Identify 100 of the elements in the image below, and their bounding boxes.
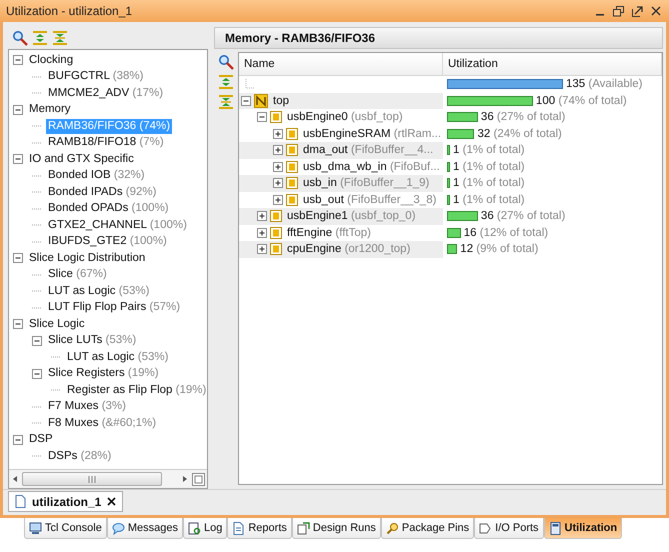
- tree-item[interactable]: LUT as Logic (53%): [46, 284, 152, 299]
- tree-item[interactable]: GTXE2_CHANNEL (100%): [46, 218, 189, 233]
- expand-toggle-icon[interactable]: [257, 211, 267, 222]
- tree-item[interactable]: Bonded IOB (32%): [46, 168, 147, 184]
- tree-item[interactable]: DSPs (28%): [46, 448, 114, 464]
- tree-item[interactable]: Slice LUTs (53%): [46, 333, 138, 348]
- collapse-toggle-icon[interactable]: [32, 336, 42, 346]
- search-icon[interactable]: [218, 54, 234, 70]
- close-icon[interactable]: [651, 6, 661, 16]
- expand-toggle-icon[interactable]: [257, 228, 267, 238]
- collapse-toggle-icon[interactable]: [13, 104, 23, 115]
- utilization-value: 36 (27% of total): [480, 111, 566, 124]
- panel-tab[interactable]: Messages: [106, 518, 183, 539]
- expand-toggle-icon[interactable]: [257, 244, 267, 254]
- tree-item[interactable]: RAMB18/FIFO18 (7%): [46, 135, 166, 150]
- tree-item[interactable]: BUFGCTRL (38%): [46, 69, 146, 84]
- tree-line: [51, 389, 61, 392]
- tree-item[interactable]: Bonded OPADs (100%): [46, 201, 171, 216]
- panel-tab[interactable]: I/O Ports: [474, 518, 544, 539]
- collapse-toggle-icon[interactable]: [241, 96, 251, 106]
- monitor-icon: [29, 522, 42, 534]
- tree-item[interactable]: DSP: [27, 432, 55, 448]
- tree-item[interactable]: Slice (67%): [46, 267, 109, 282]
- float-icon[interactable]: [632, 6, 643, 16]
- name-cell: usbEngine0 (usbf_top): [287, 111, 403, 124]
- search-icon[interactable]: [12, 30, 28, 46]
- name-cell: usb_in (FifoBuffer__1_9): [303, 177, 430, 190]
- tree-item[interactable]: Bonded IPADs (92%): [46, 184, 158, 200]
- speech-bubble-icon: [112, 522, 125, 534]
- calculator-icon: [548, 522, 562, 534]
- tree-item[interactable]: MMCME2_ADV (17%): [46, 86, 166, 101]
- collapse-toggle-icon[interactable]: [13, 253, 23, 264]
- tree-item[interactable]: LUT Flip Flop Pairs (57%): [46, 300, 182, 316]
- expand-all-icon[interactable]: [218, 74, 234, 90]
- tree-item[interactable]: Register as Flip Flop (19%): [65, 382, 207, 398]
- expand-toggle-icon[interactable]: [273, 145, 283, 156]
- column-header[interactable]: Utilization: [443, 53, 662, 75]
- collapse-toggle-icon[interactable]: [32, 368, 42, 379]
- tree-line: [32, 274, 42, 276]
- scroll-left-icon[interactable]: [11, 475, 19, 483]
- tree-item[interactable]: IO and GTX Specific: [27, 152, 136, 167]
- expand-toggle-icon[interactable]: [273, 162, 283, 172]
- panel-title: Memory - RAMB36/FIFO36: [214, 27, 663, 49]
- tree-line: [32, 406, 42, 408]
- expand-toggle-icon[interactable]: [273, 194, 283, 205]
- collapse-toggle-icon[interactable]: [13, 434, 23, 445]
- tree-item[interactable]: Memory: [27, 102, 73, 118]
- tree-item[interactable]: LUT as Logic (53%): [65, 350, 170, 365]
- scroll-right-icon[interactable]: [181, 475, 189, 483]
- hierarchy-icon: [254, 94, 268, 108]
- panel-tab[interactable]: Tcl Console: [24, 518, 107, 539]
- panel-tab[interactable]: Utilization: [544, 518, 622, 539]
- tree-line: [32, 455, 42, 458]
- module-icon: [270, 226, 282, 239]
- tree-line: [32, 208, 42, 210]
- scrollbar-thumb[interactable]: [22, 472, 162, 486]
- tree-item[interactable]: F8 Muxes (&#60;1%): [46, 416, 158, 431]
- name-cell: usbEngineSRAM (rtlRam...: [303, 128, 442, 140]
- name-cell: usbEngine1 (usbf_top_0): [287, 210, 416, 222]
- collapse-toggle-icon[interactable]: [13, 319, 23, 330]
- tree-item[interactable]: IBUFDS_GTE2 (100%): [46, 234, 169, 250]
- panel-tab[interactable]: Design Runs: [292, 518, 381, 539]
- document-tab[interactable]: utilization_1: [8, 491, 124, 512]
- restore-icon[interactable]: [613, 6, 624, 16]
- tree-item[interactable]: Slice Registers (19%): [46, 366, 161, 382]
- column-header[interactable]: Name: [239, 53, 443, 75]
- collapse-all-icon[interactable]: [52, 30, 68, 46]
- name-cell: usb_dma_wb_in (FifoBuf...: [303, 160, 440, 173]
- collapse-toggle-icon[interactable]: [257, 112, 267, 122]
- utilization-value: 12 (9% of total): [460, 243, 538, 256]
- utilization-value: 100 (74% of total): [536, 94, 627, 107]
- name-cell: top: [273, 94, 289, 107]
- panel-tab[interactable]: Log: [183, 518, 228, 539]
- tree-item[interactable]: Slice Logic: [27, 316, 87, 332]
- panel-tab[interactable]: Reports: [227, 518, 292, 539]
- collapse-all-icon[interactable]: [218, 94, 234, 110]
- runs-icon: [296, 522, 310, 534]
- tree-line: [32, 92, 42, 94]
- tree-line: [32, 174, 42, 177]
- expand-all-icon[interactable]: [32, 30, 48, 46]
- document-icon: [232, 522, 246, 534]
- close-icon[interactable]: [107, 497, 116, 506]
- tree-item[interactable]: F7 Muxes (3%): [46, 399, 128, 414]
- module-icon: [286, 177, 298, 190]
- panel-tab[interactable]: Package Pins: [380, 518, 474, 539]
- expand-toggle-icon[interactable]: [273, 128, 283, 139]
- tree-item[interactable]: Clocking: [27, 52, 76, 68]
- window-title: Utilization - utilization_1: [6, 4, 132, 18]
- utilization-value: 1 (1% of total): [453, 160, 525, 173]
- name-cell: fftEngine (fftTop): [287, 226, 371, 239]
- expand-toggle-icon[interactable]: [273, 178, 283, 188]
- module-icon: [270, 243, 282, 256]
- collapse-toggle-icon[interactable]: [13, 55, 23, 66]
- utilization-value: 32 (24% of total): [477, 128, 562, 140]
- module-icon: [286, 128, 298, 140]
- collapse-toggle-icon[interactable]: [13, 154, 23, 164]
- utilization-value: 1 (1% of total): [453, 177, 525, 190]
- tree-line: [32, 290, 42, 292]
- tree-item[interactable]: Slice Logic Distribution: [27, 250, 148, 266]
- utilization-value: 16 (12% of total): [464, 226, 548, 239]
